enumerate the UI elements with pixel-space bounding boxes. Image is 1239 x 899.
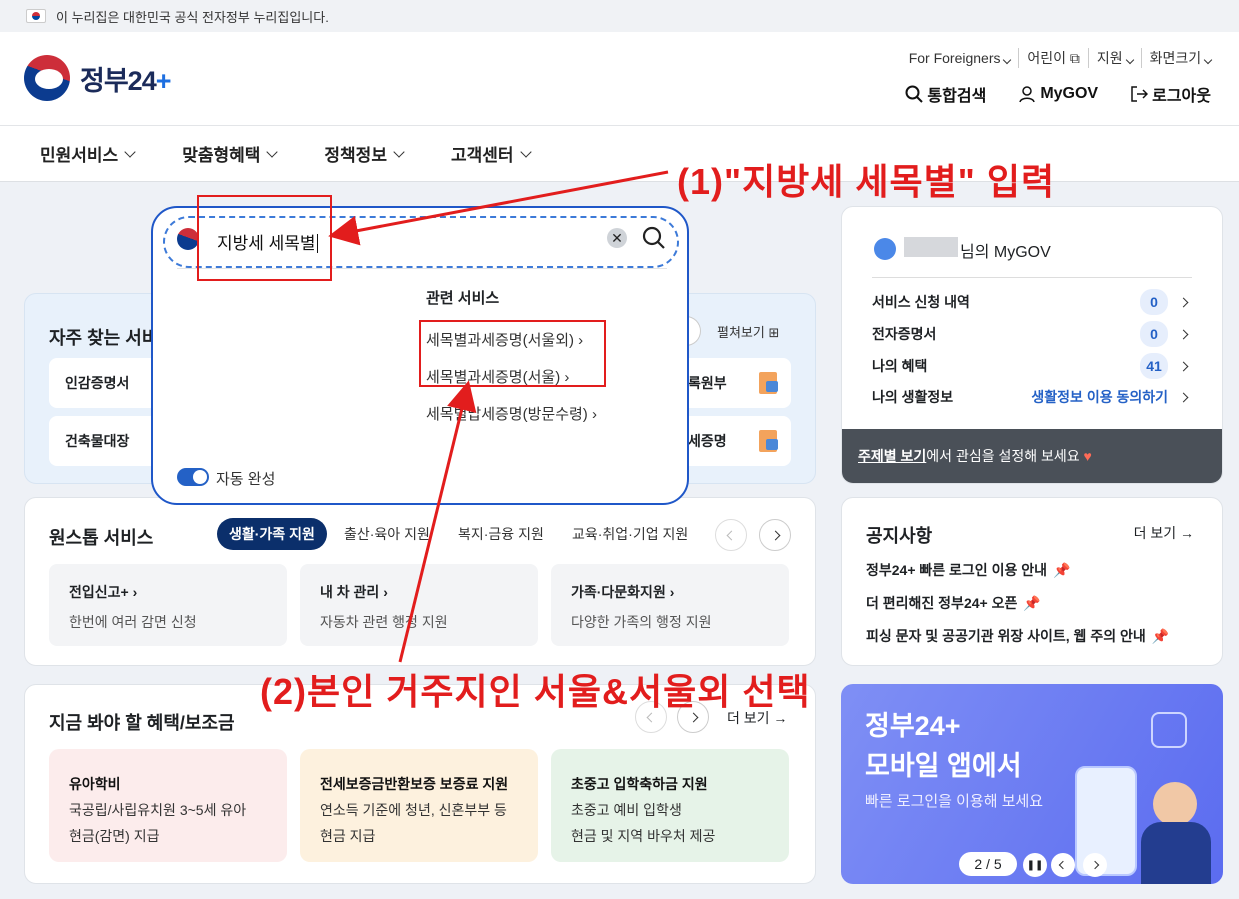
annotation-step1: (1)"지방세 세목별" 입력: [677, 161, 1056, 202]
annotation-step2: (2)본인 거주지인 서울&서울외 선택: [260, 671, 811, 712]
annotation-arrows: [328, 170, 669, 663]
